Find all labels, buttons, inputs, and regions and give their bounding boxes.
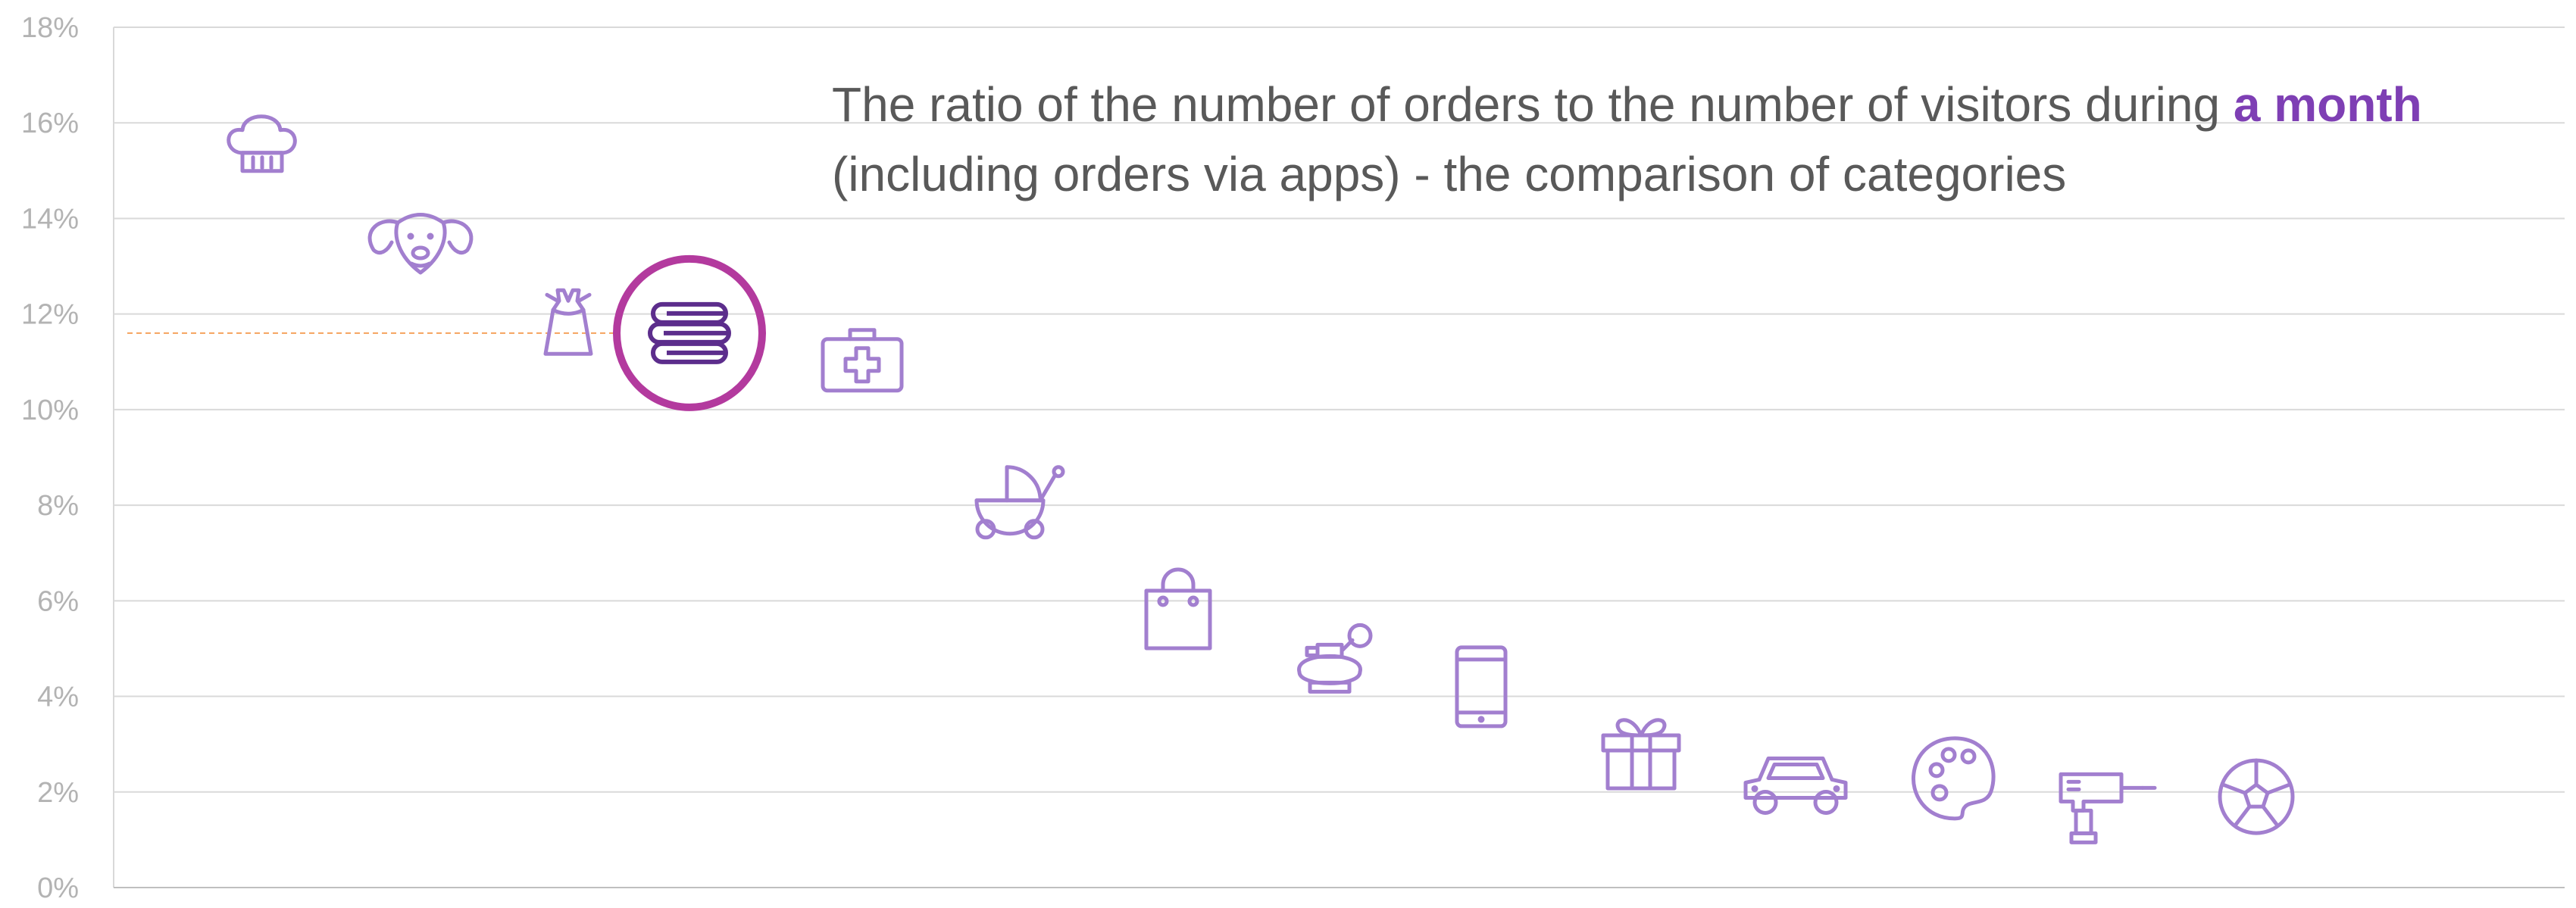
title-line-1: The ratio of the number of orders to the… xyxy=(832,70,2567,139)
y-tick-label: 2% xyxy=(37,777,79,809)
chart-title: The ratio of the number of orders to the… xyxy=(832,70,2567,209)
y-tick-label: 10% xyxy=(21,395,79,426)
y-tick-label: 12% xyxy=(21,299,79,331)
y-tick-label: 14% xyxy=(21,203,79,235)
smartphone-icon xyxy=(1455,645,1508,729)
palette-icon xyxy=(1911,736,1996,821)
dress-icon xyxy=(543,288,593,356)
drill-icon xyxy=(2059,772,2157,844)
gift-icon xyxy=(1601,718,1681,791)
y-tick-label: 4% xyxy=(37,682,79,713)
chef-hat-icon xyxy=(227,114,297,173)
title-line-1-prefix: The ratio of the number of orders to the… xyxy=(832,77,2234,132)
dog-icon xyxy=(367,213,474,275)
y-tick-label: 8% xyxy=(37,490,79,522)
books-icon xyxy=(613,254,766,411)
shopping-bag-icon xyxy=(1144,567,1212,651)
soccer-ball-icon xyxy=(2218,758,2295,835)
baby-stroller-icon xyxy=(974,465,1065,540)
first-aid-kit-icon xyxy=(821,328,904,393)
y-axis-tick-labels: 0% 2% 4% 6% 8% 10% 12% 14% 16% 18% xyxy=(21,12,79,904)
y-tick-label: 0% xyxy=(37,872,79,904)
title-highlight: a month xyxy=(2233,77,2422,132)
car-icon xyxy=(1743,756,1848,815)
title-line-2: (including orders via apps) - the compar… xyxy=(832,147,2067,201)
y-tick-label: 6% xyxy=(37,585,79,617)
data-points xyxy=(227,114,2295,844)
y-tick-label: 16% xyxy=(21,108,79,139)
y-tick-label: 18% xyxy=(21,12,79,44)
perfume-icon xyxy=(1297,622,1373,694)
